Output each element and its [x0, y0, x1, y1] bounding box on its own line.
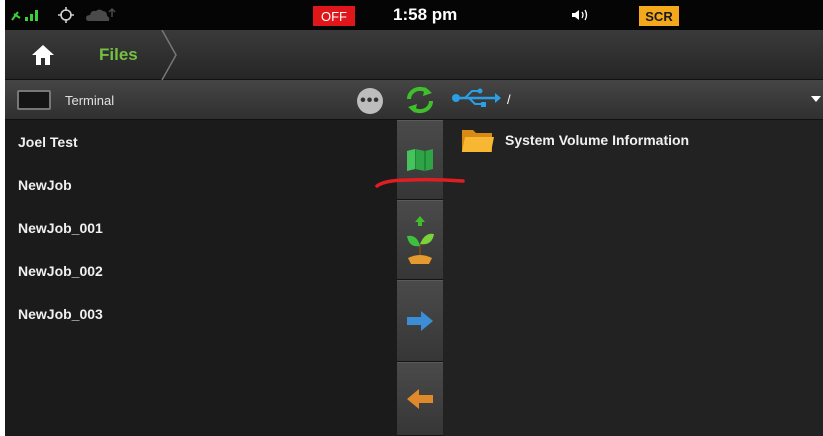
current-path: /	[507, 92, 511, 107]
job-list: Joel Test NewJob NewJob_001 NewJob_002 N…	[5, 120, 397, 436]
signal-bars-icon	[11, 0, 51, 30]
terminal-label: Terminal	[65, 92, 115, 108]
left-toolbar: Terminal •••	[5, 80, 397, 120]
list-item[interactable]: Joel Test	[5, 120, 397, 163]
gps-icon	[57, 0, 75, 30]
crop-upload-button[interactable]	[397, 200, 443, 280]
file-name: System Volume Information	[505, 132, 690, 148]
home-button[interactable]	[5, 30, 81, 80]
scr-indicator: SCR	[639, 6, 679, 26]
list-item[interactable]: NewJob_003	[5, 292, 397, 335]
breadcrumb: Files	[5, 30, 823, 80]
list-item[interactable]: NewJob_002	[5, 249, 397, 292]
home-icon	[32, 45, 54, 65]
file-list: System Volume Information	[443, 120, 823, 436]
speaker-icon	[571, 0, 593, 30]
action-column	[397, 80, 443, 436]
export-button[interactable]	[397, 280, 443, 362]
refresh-icon	[406, 86, 434, 113]
chevron-down-icon[interactable]	[811, 96, 821, 102]
terminal-selector[interactable]: Terminal	[17, 88, 114, 112]
list-item[interactable]: NewJob_001	[5, 206, 397, 249]
usb-icon	[451, 88, 501, 113]
ellipsis-icon: •••	[360, 92, 380, 109]
breadcrumb-files-label: Files	[99, 45, 138, 64]
clock-time: 1:58 pm	[393, 5, 458, 24]
map-icon	[407, 149, 433, 171]
annotation-stroke	[375, 177, 465, 188]
status-bar: OFF 1:58 pm SCR	[5, 0, 823, 30]
list-item[interactable]: NewJob	[5, 163, 397, 206]
breadcrumb-separator-icon	[161, 30, 177, 80]
plant-upload-icon	[407, 216, 434, 264]
more-options-button[interactable]: •••	[357, 88, 383, 114]
arrow-right-icon	[407, 311, 433, 331]
breadcrumb-files[interactable]: Files	[87, 30, 177, 80]
arrow-left-icon	[407, 389, 433, 409]
right-toolbar: /	[443, 80, 823, 120]
refresh-button[interactable]	[397, 80, 443, 120]
cloud-icon	[85, 0, 117, 30]
import-button[interactable]	[397, 362, 443, 436]
terminal-icon	[17, 90, 51, 110]
off-indicator: OFF	[313, 6, 355, 26]
folder-icon	[462, 130, 494, 152]
display-screen: OFF 1:58 pm SCR Files Terminal ••• Joel …	[5, 0, 823, 436]
list-item[interactable]: System Volume Information	[443, 120, 823, 160]
